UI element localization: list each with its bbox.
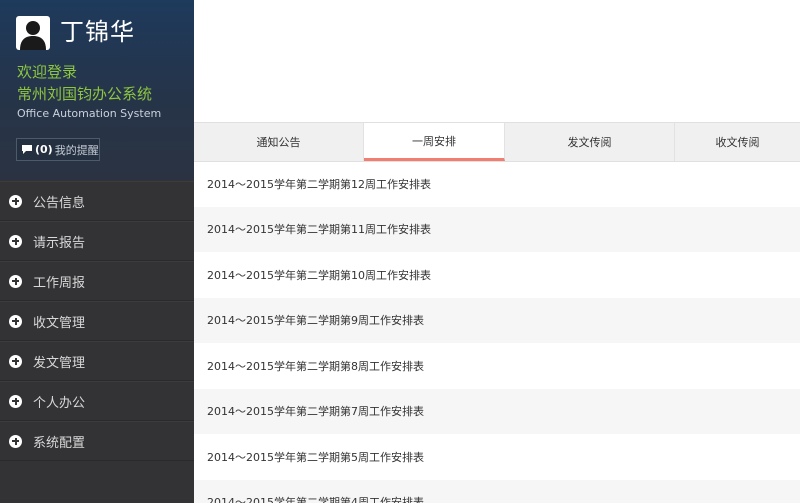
list-item[interactable]: 2014～2015学年第二学期第12周工作安排表 bbox=[194, 161, 800, 207]
user-profile-panel: 丁锦华 欢迎登录 常州刘国钧办公系统 Office Automation Sys… bbox=[0, 0, 194, 180]
tab-bar: 通知公告 一周安排 发文传阅 收文传阅 bbox=[194, 122, 800, 162]
list-item[interactable]: 2014～2015学年第二学期第4周工作安排表 bbox=[194, 479, 800, 503]
speech-bubble-icon bbox=[22, 145, 32, 154]
sidebar-item-requests[interactable]: 请示报告 bbox=[0, 221, 194, 261]
expand-plus-icon bbox=[9, 394, 22, 408]
sidebar-item-announcements[interactable]: 公告信息 bbox=[0, 181, 194, 221]
company-name: 常州刘国钧办公系统 bbox=[17, 85, 153, 103]
list-item[interactable]: 2014～2015学年第二学期第8周工作安排表 bbox=[194, 343, 800, 389]
reminder-count: (0) bbox=[35, 143, 53, 156]
list-item[interactable]: 2014～2015学年第二学期第5周工作安排表 bbox=[194, 434, 800, 480]
sidebar: 丁锦华 欢迎登录 常州刘国钧办公系统 Office Automation Sys… bbox=[0, 0, 194, 503]
sidebar-item-incoming-docs[interactable]: 收文管理 bbox=[0, 301, 194, 341]
sidebar-nav: 公告信息 请示报告 工作周报 收文管理 发文管理 个人办公 系统配置 bbox=[0, 181, 194, 461]
sidebar-item-label: 个人办公 bbox=[33, 395, 86, 411]
sidebar-item-outgoing-docs[interactable]: 发文管理 bbox=[0, 341, 194, 381]
schedule-list: 2014～2015学年第二学期第12周工作安排表 2014～2015学年第二学期… bbox=[194, 161, 800, 503]
tab-notices[interactable]: 通知公告 bbox=[194, 123, 364, 161]
expand-plus-icon bbox=[9, 234, 22, 248]
tab-incoming-circulation[interactable]: 收文传阅 bbox=[675, 123, 800, 161]
reminder-label: 我的提醒 bbox=[54, 143, 99, 157]
list-item[interactable]: 2014～2015学年第二学期第9周工作安排表 bbox=[194, 297, 800, 343]
user-silhouette-icon bbox=[20, 21, 46, 50]
user-name: 丁锦华 bbox=[60, 18, 135, 46]
sidebar-item-label: 公告信息 bbox=[33, 195, 86, 211]
welcome-text: 欢迎登录 bbox=[17, 63, 78, 81]
sidebar-item-system-config[interactable]: 系统配置 bbox=[0, 421, 194, 461]
sidebar-item-label: 请示报告 bbox=[33, 235, 86, 251]
sidebar-item-weekly-reports[interactable]: 工作周报 bbox=[0, 261, 194, 301]
tab-weekly-schedule[interactable]: 一周安排 bbox=[364, 123, 505, 161]
expand-plus-icon bbox=[9, 194, 22, 208]
main-content: 通知公告 一周安排 发文传阅 收文传阅 2014～2015学年第二学期第12周工… bbox=[194, 0, 800, 503]
sidebar-item-label: 系统配置 bbox=[33, 435, 86, 451]
tab-outgoing-circulation[interactable]: 发文传阅 bbox=[505, 123, 675, 161]
sidebar-item-label: 收文管理 bbox=[33, 315, 86, 331]
sidebar-item-label: 发文管理 bbox=[33, 355, 86, 371]
expand-plus-icon bbox=[9, 274, 22, 288]
sidebar-item-label: 工作周报 bbox=[33, 275, 86, 291]
expand-plus-icon bbox=[9, 434, 22, 448]
my-reminders-button[interactable]: (0) 我的提醒 bbox=[16, 138, 100, 161]
sidebar-item-personal-office[interactable]: 个人办公 bbox=[0, 381, 194, 421]
expand-plus-icon bbox=[9, 354, 22, 368]
system-name-en: Office Automation System bbox=[17, 107, 162, 120]
avatar bbox=[16, 16, 50, 50]
list-item[interactable]: 2014～2015学年第二学期第10周工作安排表 bbox=[194, 252, 800, 298]
list-item[interactable]: 2014～2015学年第二学期第11周工作安排表 bbox=[194, 206, 800, 252]
list-item[interactable]: 2014～2015学年第二学期第7周工作安排表 bbox=[194, 388, 800, 434]
expand-plus-icon bbox=[9, 314, 22, 328]
